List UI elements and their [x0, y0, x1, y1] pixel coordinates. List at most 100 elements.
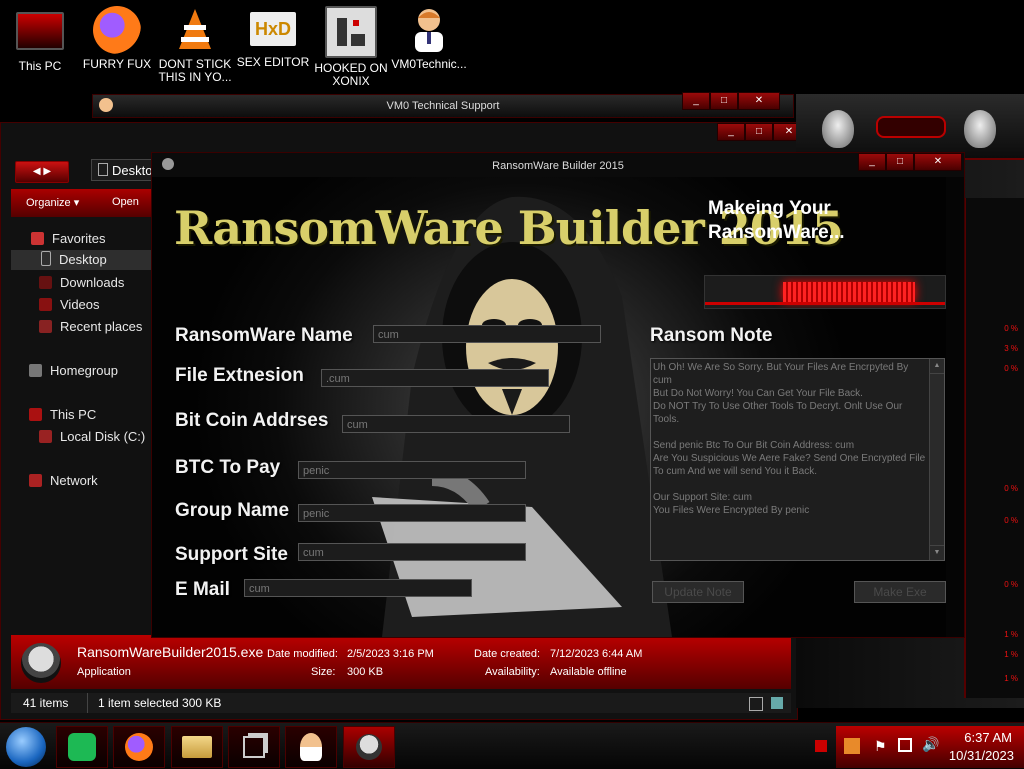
maximize-button[interactable]: □ — [886, 153, 914, 171]
bitcoin-address-input[interactable]: cum — [342, 415, 570, 433]
gadget-emblem — [876, 116, 946, 138]
ransomware-name-label: RansomWare Name — [175, 325, 353, 346]
firefox-icon — [125, 733, 153, 761]
gadget-readout: 3 % — [1004, 344, 1018, 353]
desktop-icon-vm0[interactable]: VM0Technic... — [389, 6, 469, 71]
organize-button[interactable]: Organize ▾ — [26, 196, 79, 209]
gadget-readout: 1 % — [1004, 650, 1018, 659]
alien-head-icon — [964, 110, 996, 148]
desktop-icon-this-pc[interactable]: This PC — [0, 6, 80, 73]
open-button[interactable]: Open — [112, 196, 139, 208]
video-icon — [39, 298, 52, 311]
clock-time[interactable]: 6:37 AM — [964, 730, 1012, 745]
nav-local-disk[interactable]: Local Disk (C:) — [39, 427, 145, 447]
taskbar-ransomware-builder[interactable] — [343, 726, 395, 768]
close-button[interactable]: ✕ — [914, 153, 962, 171]
nav-downloads[interactable]: Downloads — [39, 273, 124, 293]
file-extension-input[interactable]: .cum — [321, 369, 549, 387]
taskbar-firefox[interactable] — [113, 726, 165, 768]
desktop-icon-label: VM0Technic... — [391, 57, 467, 71]
doctor-icon — [300, 733, 322, 761]
explorer-toolbar: Organize ▾ Open — [11, 189, 153, 217]
note-scrollbar[interactable]: ▲ ▼ — [929, 359, 944, 560]
availability-label: Availability: — [485, 666, 540, 678]
network-icon[interactable] — [898, 738, 912, 752]
system-tray: ⚑ 🔊 6:37 AM 10/31/2023 — [836, 726, 1024, 768]
file-type: Application — [77, 666, 131, 678]
btc-to-pay-input[interactable]: penic — [298, 461, 526, 479]
date-created-value: 7/12/2023 6:44 AM — [550, 648, 643, 660]
clock-date[interactable]: 10/31/2023 — [949, 748, 1014, 763]
desktop-icon-hxd[interactable]: HxD SEX EDITOR — [233, 6, 313, 69]
ransom-note-label: Ransom Note — [650, 325, 773, 346]
alien-head-icon — [822, 110, 854, 148]
desktop-icon-label: FURRY FUX — [82, 57, 152, 71]
nav-favorites[interactable]: Favorites — [31, 229, 105, 249]
homegroup-icon — [29, 364, 42, 377]
xonix-icon — [325, 6, 377, 58]
start-button[interactable] — [6, 727, 46, 767]
nav-homegroup[interactable]: Homegroup — [29, 361, 118, 381]
gadget-bar-column — [964, 198, 1024, 698]
gadget-readout: 1 % — [1004, 674, 1018, 683]
date-created-label: Date created: — [474, 648, 541, 660]
taskbar-vm0[interactable] — [285, 726, 337, 768]
computer-icon — [29, 408, 42, 421]
nav-recent[interactable]: Recent places — [39, 317, 142, 337]
support-site-input[interactable]: cum — [298, 543, 526, 561]
ransomware-name-input[interactable]: cum — [373, 325, 601, 343]
nav-videos[interactable]: Videos — [39, 295, 100, 315]
show-hidden-icons[interactable] — [815, 740, 827, 752]
size-label: Size: — [311, 666, 336, 678]
desktop-icon-xonix[interactable]: HOOKED ON XONIX — [311, 6, 391, 88]
email-input[interactable]: cum — [244, 579, 472, 597]
progress-fill — [783, 282, 915, 302]
gadget-readout: 0 % — [1004, 516, 1018, 525]
email-label: E Mail — [175, 579, 230, 600]
date-modified-value: 2/5/2023 3:16 PM — [347, 648, 434, 660]
nav-desktop[interactable]: Desktop — [11, 250, 151, 270]
scroll-up-arrow[interactable]: ▲ — [930, 359, 944, 374]
tiles-view-icon[interactable] — [771, 697, 783, 709]
volume-icon[interactable]: 🔊 — [922, 736, 939, 753]
make-exe-button[interactable]: Make Exe — [854, 581, 946, 603]
network-icon — [29, 474, 42, 487]
taskbar-spotify[interactable] — [56, 726, 108, 768]
file-name: RansomWareBuilder2015.exe — [77, 644, 264, 660]
nav-network[interactable]: Network — [29, 471, 98, 491]
file-extension-label: File Extnesion — [175, 365, 304, 386]
flag-icon[interactable]: ⚑ — [874, 738, 887, 755]
minimize-button[interactable]: _ — [858, 153, 886, 171]
desktop-icon-label: SEX EDITOR — [236, 55, 310, 69]
desktop-icon-firefox[interactable]: FURRY FUX — [77, 6, 157, 71]
maximize-button[interactable]: □ — [710, 92, 738, 110]
details-view-icon[interactable] — [749, 697, 763, 711]
bitcoin-address-label: Bit Coin Addrses — [175, 410, 329, 431]
skull-icon — [21, 643, 61, 683]
vlc-cone-icon — [171, 6, 219, 54]
update-note-button[interactable]: Update Note — [652, 581, 744, 603]
maximize-button[interactable]: □ — [745, 123, 773, 141]
skull-icon — [356, 734, 382, 760]
taskbar-explorer[interactable] — [171, 726, 223, 768]
taskbar-task-view[interactable] — [228, 726, 280, 768]
back-forward-buttons[interactable]: ◀ ▶ — [15, 161, 69, 183]
progress-track-line — [705, 302, 945, 305]
desktop-icon-label: HOOKED ON XONIX — [314, 61, 388, 88]
minimize-button[interactable]: _ — [717, 123, 745, 141]
drive-icon — [39, 430, 52, 443]
scroll-down-arrow[interactable]: ▼ — [930, 545, 944, 560]
security-icon[interactable] — [844, 738, 860, 754]
nav-this-pc[interactable]: This PC — [29, 405, 96, 425]
desktop-icon-vlc[interactable]: DONT STICK THIS IN YO... — [155, 6, 235, 84]
group-name-input[interactable]: penic — [298, 504, 526, 522]
gadget-readout: 0 % — [1004, 484, 1018, 493]
close-button[interactable]: ✕ — [738, 92, 780, 110]
windows-stack-icon — [243, 736, 265, 758]
gadget-readout: 0 % — [1004, 580, 1018, 589]
monitor-icon — [16, 12, 64, 50]
minimize-button[interactable]: _ — [682, 92, 710, 110]
group-name-label: Group Name — [175, 500, 290, 521]
btc-to-pay-label: BTC To Pay — [175, 457, 281, 478]
ransom-note-textarea[interactable]: Uh Oh! We Are So Sorry. But Your Files A… — [650, 358, 945, 561]
